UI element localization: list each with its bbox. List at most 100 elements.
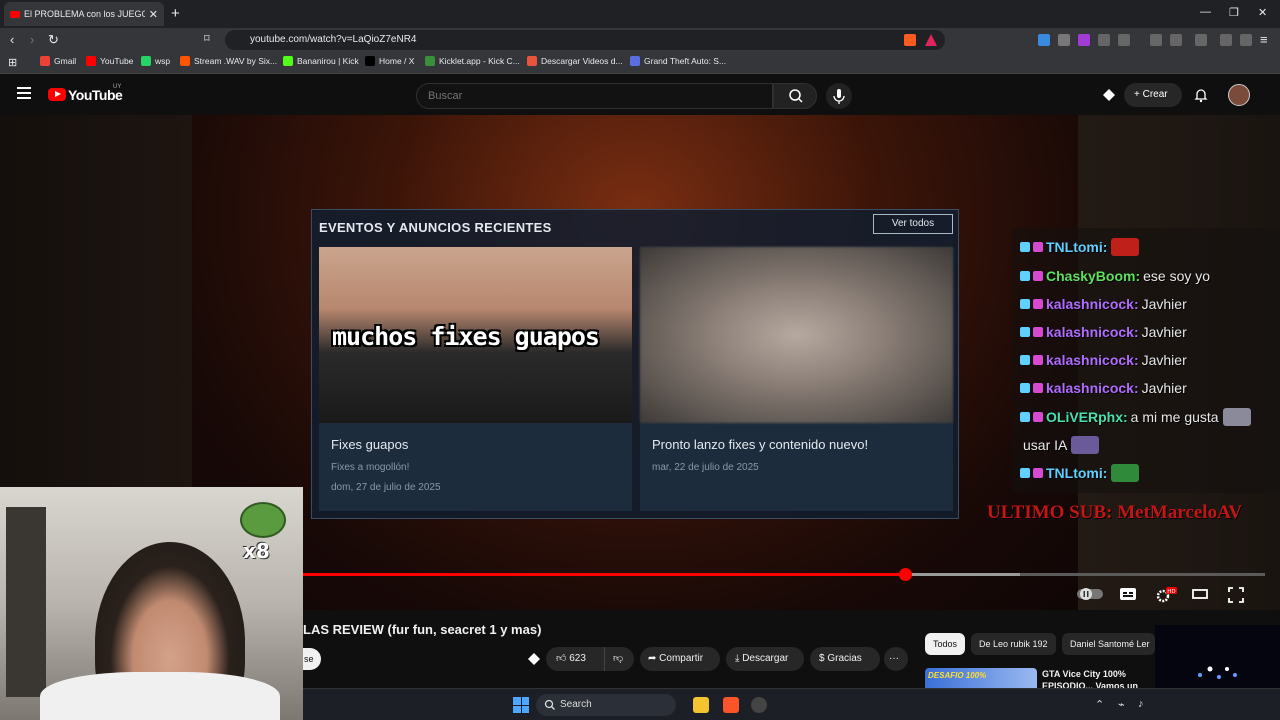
microphone-icon[interactable]: ♪ xyxy=(1138,698,1144,710)
chat-badge-icon xyxy=(1020,242,1030,252)
leo-ai-icon[interactable] xyxy=(1220,34,1232,46)
create-button[interactable]: + Crear xyxy=(1124,83,1182,107)
obs-icon[interactable] xyxy=(751,697,767,713)
music-icon[interactable] xyxy=(1150,34,1162,46)
thumbnail-text: DESAFIO 100% xyxy=(928,671,987,680)
chip-todos[interactable]: Todos xyxy=(925,633,966,655)
progress-played xyxy=(303,573,906,576)
minimize-button[interactable]: — xyxy=(1200,6,1211,18)
vpn-icon[interactable] xyxy=(1240,34,1252,46)
soundcloud-icon xyxy=(180,56,190,66)
video-title: LAS REVIEW (fur fun, seacret 1 y mas) xyxy=(303,622,542,637)
tab-title: El PROBLEMA con los JUEGOS xyxy=(24,9,145,19)
file-explorer-icon[interactable] xyxy=(693,697,709,713)
extension-icon[interactable] xyxy=(1038,34,1050,46)
extension-icon[interactable] xyxy=(1078,34,1090,46)
subtitles-icon[interactable] xyxy=(1119,587,1137,601)
chat-emote-icon xyxy=(1222,408,1251,426)
bookmark-soundcloud[interactable]: Stream .WAV by Six... xyxy=(180,56,277,66)
taskbar-search[interactable]: Search xyxy=(536,694,676,716)
chat-badge-icon xyxy=(1033,271,1043,281)
chat-text: Javhier xyxy=(1141,296,1187,312)
apps-grid-icon[interactable]: ⊞ xyxy=(8,56,17,69)
kick-overlay-icon[interactable] xyxy=(526,651,542,667)
avatar[interactable] xyxy=(1228,84,1250,106)
sidebar-icon[interactable] xyxy=(1170,34,1182,46)
country-code: UY xyxy=(113,84,122,90)
stream-chat-overlay: TNLtomi: ChaskyBoom: ese soy yo kalashnicoc… xyxy=(1012,228,1280,493)
chip-daniel[interactable]: Daniel Santomé Ler xyxy=(1062,633,1155,655)
chat-badge-icon xyxy=(1033,299,1043,309)
share-button[interactable]: ➦ Compartir xyxy=(640,647,720,671)
search-button[interactable] xyxy=(773,83,817,109)
chat-message: usar IA xyxy=(1020,436,1100,454)
reload-icon[interactable]: ↻ xyxy=(48,32,59,48)
hamburger-menu-icon[interactable] xyxy=(17,87,31,99)
extension-icon[interactable] xyxy=(1118,34,1130,46)
chat-username: kalashnicock: xyxy=(1046,324,1139,340)
chat-message: TNLtomi: xyxy=(1020,238,1140,256)
bookmark-wsp[interactable]: wsp xyxy=(141,56,170,66)
sparkle-icon xyxy=(1198,666,1237,679)
browser-nav-bar: ‹ › ↻ ⌑ youtube.com/watch?v=LaQioZ7eNR4 … xyxy=(0,28,1280,52)
brave-browser-icon[interactable] xyxy=(723,697,739,713)
forward-arrow-icon[interactable]: › xyxy=(30,32,34,47)
chat-badge-icon xyxy=(1033,468,1043,478)
bookmark-icon[interactable]: ⌑ xyxy=(204,32,210,45)
chat-username: TNLtomi: xyxy=(1046,239,1108,255)
subscribe-button[interactable]: se xyxy=(303,648,321,670)
pepe-emote-icon xyxy=(240,502,286,538)
wallet-icon[interactable] xyxy=(1195,34,1207,46)
chat-badge-icon xyxy=(1033,327,1043,337)
bell-icon[interactable] xyxy=(1193,87,1209,103)
restore-button[interactable]: ❐ xyxy=(1229,6,1239,19)
chat-badge-icon xyxy=(1020,327,1030,337)
dislike-button[interactable]: 👎︎ xyxy=(604,647,634,671)
address-bar[interactable]: youtube.com/watch?v=LaQioZ7eNR4 xyxy=(225,30,945,50)
bookmark-gmail[interactable]: Gmail xyxy=(40,56,76,66)
new-tab-button[interactable]: + xyxy=(171,5,180,22)
brave-shield-icon[interactable] xyxy=(904,34,916,46)
fullscreen-icon[interactable] xyxy=(1228,587,1244,603)
tray-chevron-icon[interactable]: ⌃ xyxy=(1095,698,1104,711)
settings-gear-icon[interactable]: HD xyxy=(1155,587,1177,603)
chat-badge-icon xyxy=(1020,468,1030,478)
voice-search-button[interactable] xyxy=(826,83,852,109)
more-actions-button[interactable]: ··· xyxy=(884,647,908,671)
chat-username: kalashnicock: xyxy=(1046,352,1139,368)
bookmark-gta[interactable]: Grand Theft Auto: S... xyxy=(630,56,726,66)
gta-icon xyxy=(630,56,640,66)
puzzle-icon[interactable] xyxy=(1098,34,1110,46)
bookmark-kicklet[interactable]: Kicklet.app - Kick C... xyxy=(425,56,520,66)
download-button[interactable]: ⤓ Descargar xyxy=(726,647,804,671)
chat-text: Javhier xyxy=(1141,380,1187,396)
bookmark-youtube[interactable]: YouTube xyxy=(86,56,133,66)
chat-text: Javhier xyxy=(1141,324,1187,340)
thumbs-down-icon: 👎︎ xyxy=(613,653,624,664)
bookmark-kick[interactable]: Bananirou | Kick xyxy=(283,56,359,66)
windows-start-icon[interactable] xyxy=(513,697,529,713)
extension-icon[interactable] xyxy=(1058,34,1070,46)
close-window-button[interactable]: ✕ xyxy=(1258,6,1267,19)
emote-multiplier: x8 xyxy=(243,539,270,563)
windows-taskbar: Search ⌃ ⌁ ♪ xyxy=(303,688,1280,720)
autoplay-toggle-icon[interactable] xyxy=(1077,587,1103,601)
chip-de-leo[interactable]: De Leo rubik 192 xyxy=(971,633,1056,655)
chat-badge-icon xyxy=(1020,412,1030,422)
back-arrow-icon[interactable]: ‹ xyxy=(10,32,14,47)
search-input[interactable] xyxy=(416,83,773,109)
thanks-button[interactable]: $ Gracias xyxy=(810,647,880,671)
menu-icon[interactable]: ≡ xyxy=(1260,32,1268,47)
bookmark-x[interactable]: Home / X xyxy=(365,56,414,66)
network-icon[interactable]: ⌁ xyxy=(1118,698,1125,711)
browser-tab[interactable]: El PROBLEMA con los JUEGOS ✕ xyxy=(4,2,164,26)
like-button[interactable]: 👍︎ 623 xyxy=(546,647,604,671)
chat-username: OLiVERphx: xyxy=(1046,409,1128,425)
ver-todos-button: Ver todos xyxy=(873,214,953,234)
theater-mode-icon[interactable] xyxy=(1192,587,1208,601)
kick-overlay-icon[interactable] xyxy=(1101,87,1117,103)
tab-close-icon[interactable]: ✕ xyxy=(149,8,158,21)
youtube-logo-icon[interactable] xyxy=(48,88,66,101)
chat-badge-icon xyxy=(1033,355,1043,365)
bookmark-descargar[interactable]: Descargar Videos d... xyxy=(527,56,623,66)
